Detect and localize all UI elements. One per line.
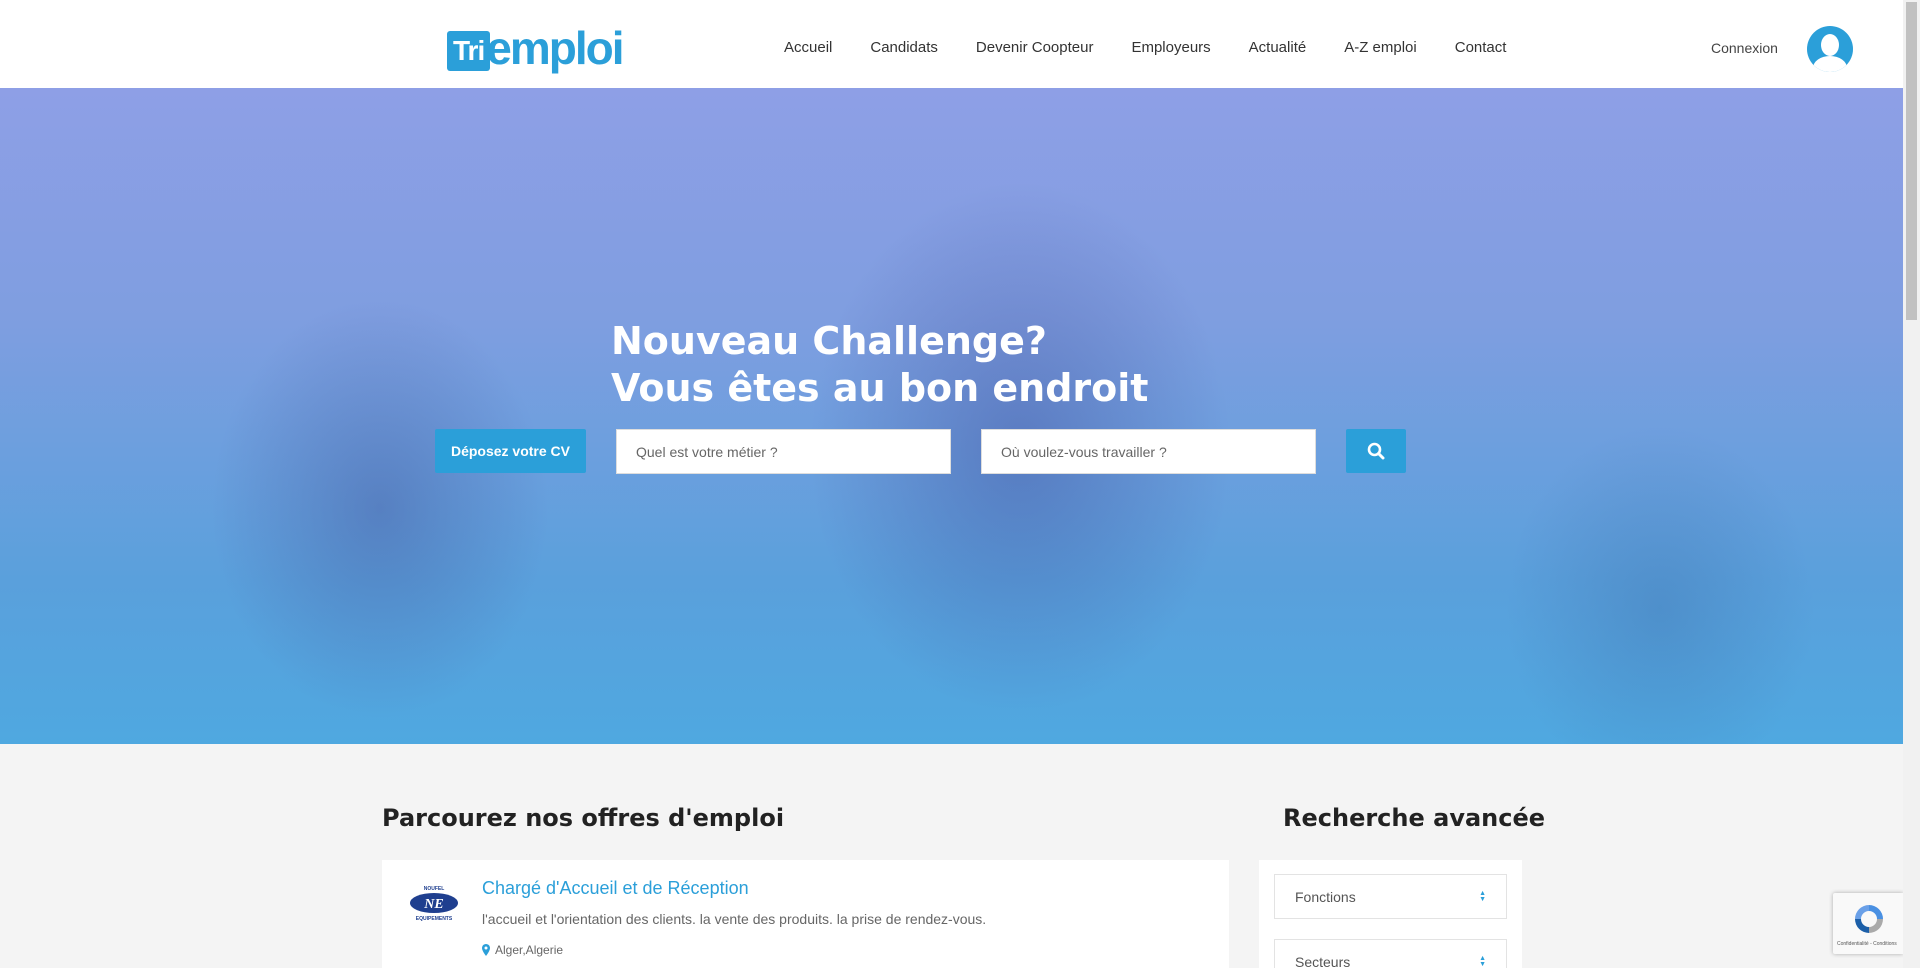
advanced-search-title: Recherche avancée bbox=[1283, 804, 1546, 832]
location-search-input[interactable]: Où voulez-vous travailler ? bbox=[981, 429, 1316, 474]
nav-item-devenir-coopteur[interactable]: Devenir Coopteur bbox=[976, 39, 1094, 56]
job-location: Alger,Algerie bbox=[482, 943, 563, 957]
select-arrows-icon: ▲ ▼ bbox=[1479, 889, 1486, 903]
nav-item-candidats[interactable]: Candidats bbox=[870, 39, 938, 56]
nav-item-contact[interactable]: Contact bbox=[1455, 39, 1507, 56]
job-card[interactable]: NOUFEL NE EQUIPEMENTS Chargé d'Accueil e… bbox=[382, 860, 1229, 968]
job-location-text: Alger,Algerie bbox=[495, 943, 564, 957]
user-icon[interactable] bbox=[1807, 26, 1853, 72]
secteurs-select[interactable]: Secteurs ▲ ▼ bbox=[1274, 939, 1507, 968]
main-nav: Accueil Candidats Devenir Coopteur Emplo… bbox=[784, 0, 1544, 94]
hero-banner: Nouveau Challenge? Vous êtes au bon endr… bbox=[0, 88, 1903, 744]
scrollbar-thumb[interactable] bbox=[1906, 2, 1917, 320]
fonctions-select-label: Fonctions bbox=[1295, 888, 1356, 905]
offers-title: Parcourez nos offres d'emploi bbox=[382, 804, 785, 832]
company-logo-bottom: EQUIPEMENTS bbox=[416, 916, 453, 922]
nav-item-actualite[interactable]: Actualité bbox=[1249, 39, 1307, 56]
nav-item-employeurs[interactable]: Employeurs bbox=[1131, 39, 1210, 56]
hero-title-line2: Vous êtes au bon endroit bbox=[611, 366, 1149, 410]
job-description: l'accueil et l'orientation des clients. … bbox=[482, 911, 987, 927]
map-pin-icon bbox=[482, 944, 490, 956]
company-logo-mark: NE bbox=[423, 897, 443, 912]
nav-item-a-z-emploi[interactable]: A-Z emploi bbox=[1344, 39, 1417, 56]
login-link[interactable]: Connexion bbox=[1711, 40, 1778, 56]
nav-item-accueil[interactable]: Accueil bbox=[784, 39, 832, 56]
logo-text: emploi bbox=[486, 22, 624, 74]
search-button[interactable] bbox=[1346, 429, 1406, 473]
recaptcha-icon bbox=[1855, 905, 1883, 933]
secteurs-select-label: Secteurs bbox=[1295, 953, 1351, 968]
fonctions-select[interactable]: Fonctions ▲ ▼ bbox=[1274, 874, 1507, 919]
upload-cv-button[interactable]: Déposez votre CV bbox=[435, 429, 586, 473]
site-header: Tri emploi Accueil Candidats Devenir Coo… bbox=[0, 0, 1903, 88]
select-arrows-icon: ▲ ▼ bbox=[1479, 954, 1486, 968]
advanced-search-panel: Fonctions ▲ ▼ Secteurs ▲ ▼ bbox=[1259, 860, 1522, 968]
search-icon bbox=[1367, 442, 1385, 460]
job-search-input[interactable]: Quel est votre métier ? bbox=[616, 429, 951, 474]
hero-title: Nouveau Challenge? Vous êtes au bon endr… bbox=[611, 318, 1148, 412]
recaptcha-text[interactable]: Confidentialité - Conditions bbox=[1837, 941, 1897, 947]
company-logo-top: NOUFEL bbox=[424, 886, 445, 892]
page-scrollbar[interactable] bbox=[1903, 0, 1920, 968]
job-title[interactable]: Chargé d'Accueil et de Réception bbox=[482, 878, 749, 899]
site-logo[interactable]: Tri emploi bbox=[447, 17, 624, 74]
company-logo: NOUFEL NE EQUIPEMENTS bbox=[408, 884, 460, 924]
recaptcha-badge[interactable]: Confidentialité - Conditions bbox=[1833, 893, 1903, 954]
logo-box: Tri bbox=[447, 31, 491, 71]
hero-title-line1: Nouveau Challenge? bbox=[611, 319, 1047, 363]
